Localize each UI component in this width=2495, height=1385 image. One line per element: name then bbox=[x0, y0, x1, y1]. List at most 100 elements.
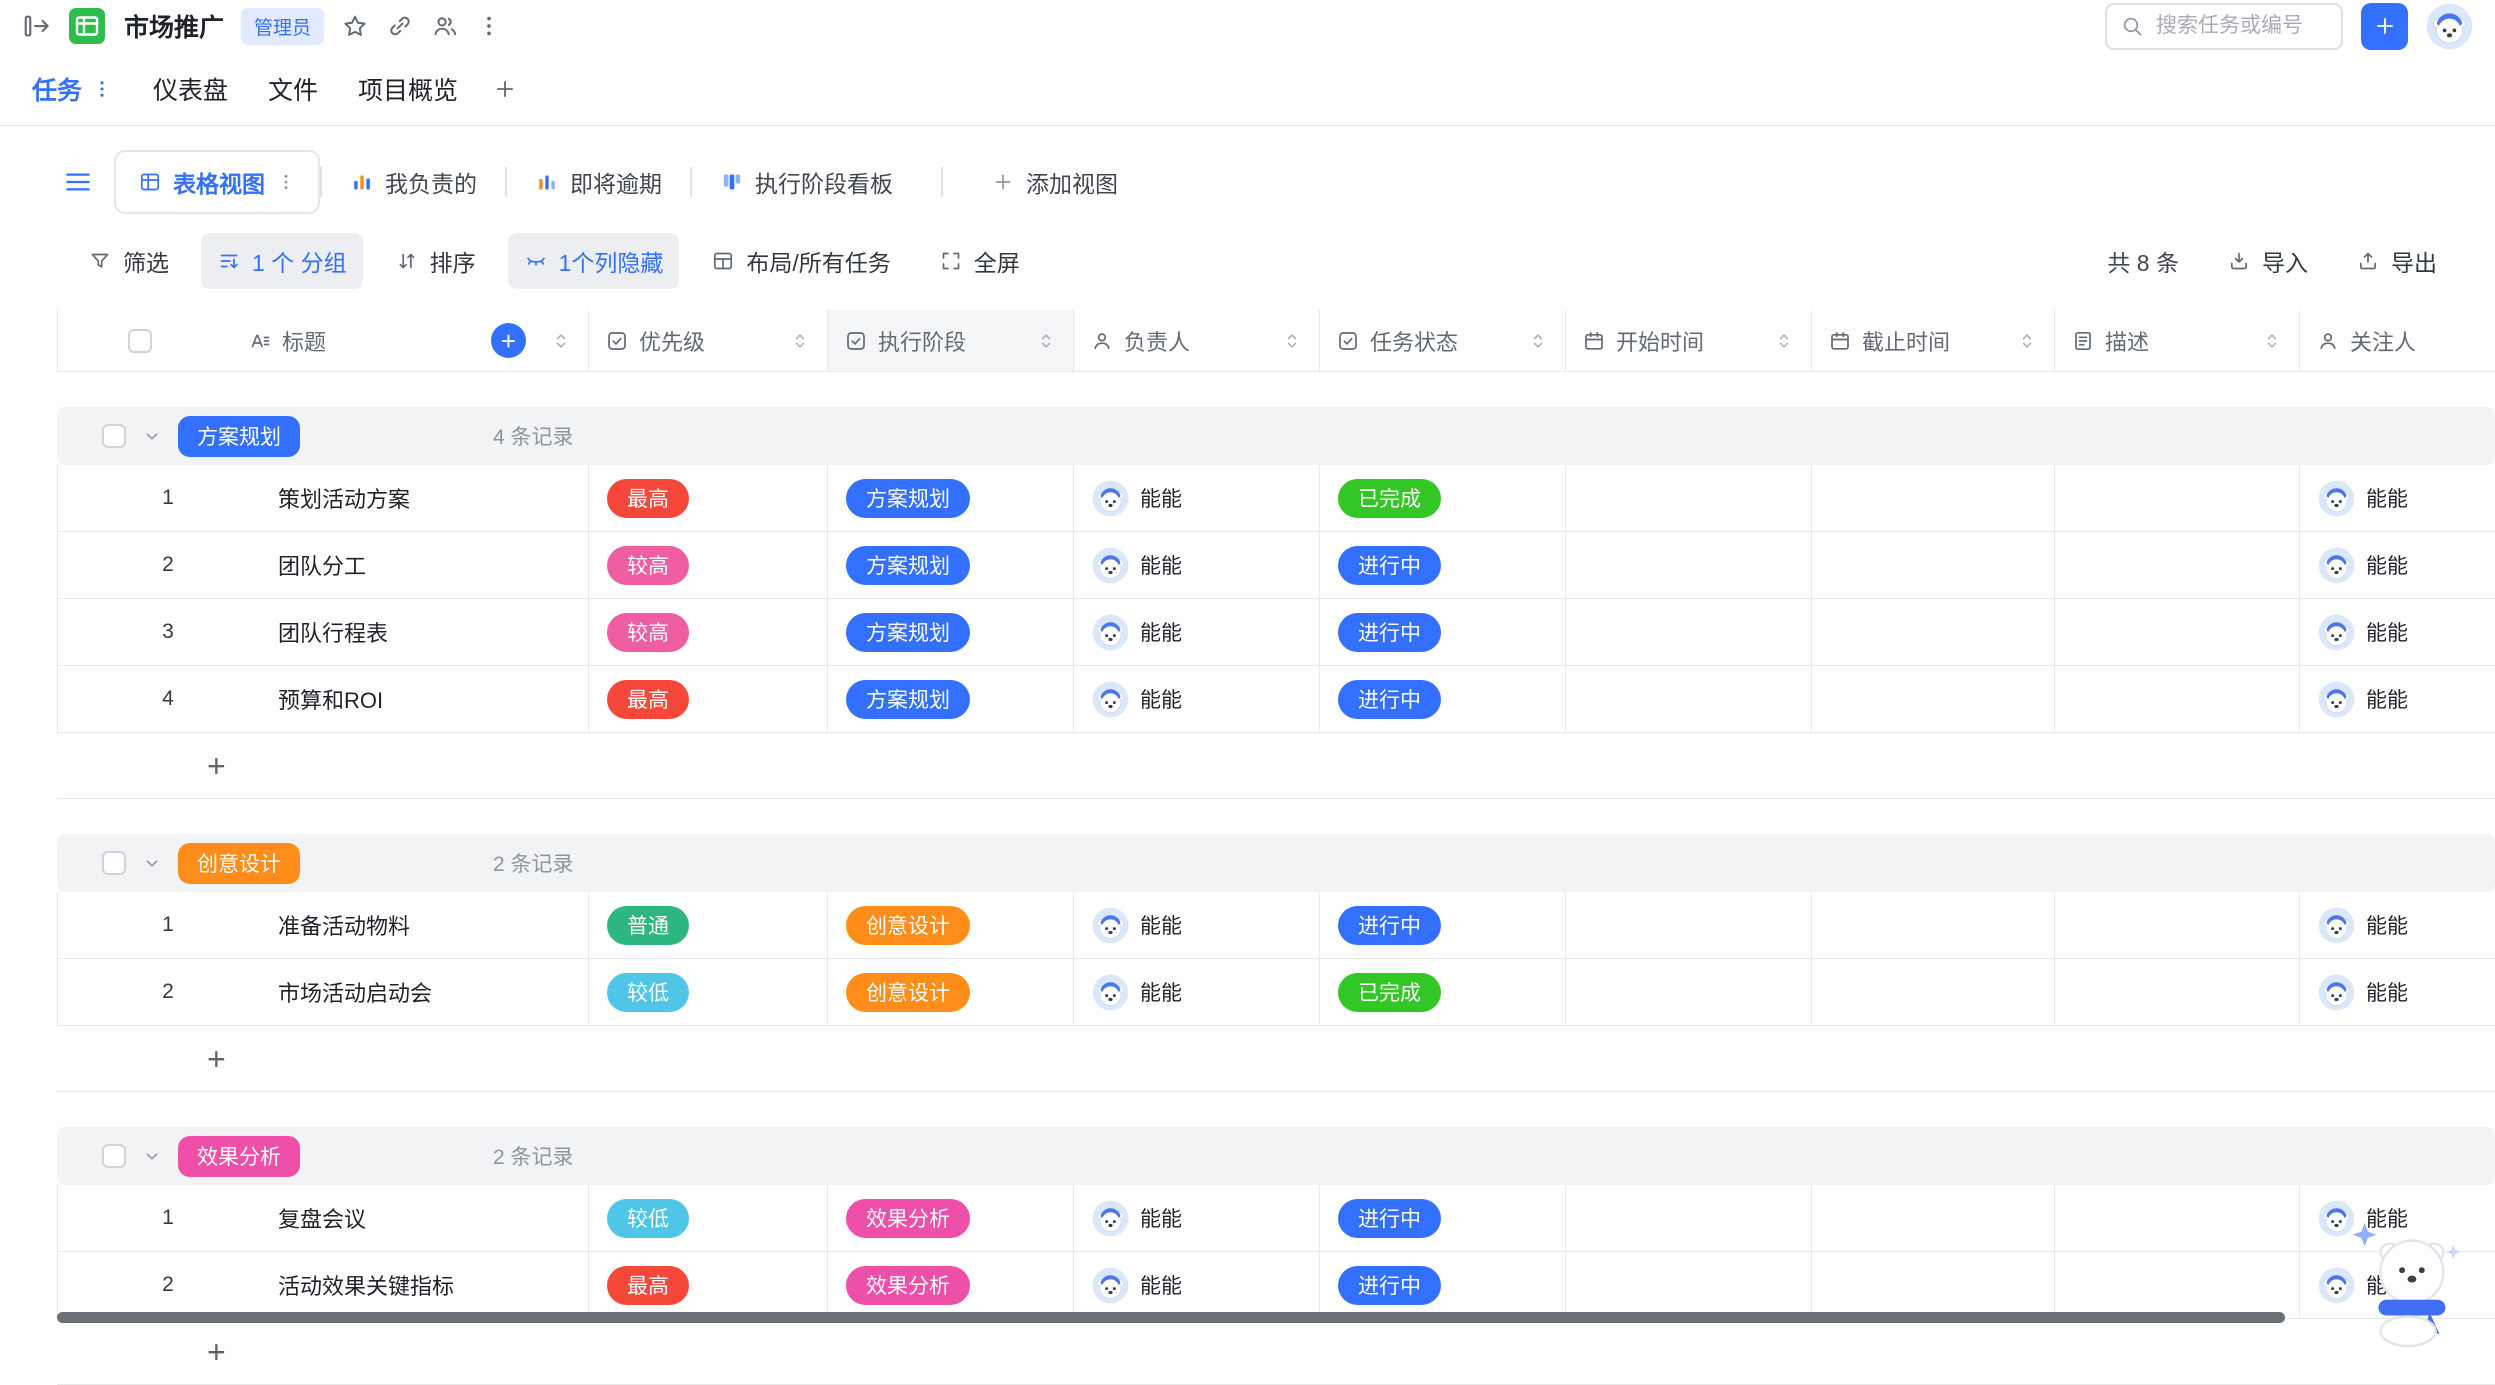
cell-title[interactable]: 1 策划活动方案 bbox=[58, 465, 589, 531]
cell-owner[interactable]: 能能 bbox=[1074, 1185, 1320, 1251]
layout-button[interactable]: 布局/所有任务 bbox=[695, 233, 906, 289]
cell-due-date[interactable] bbox=[1812, 465, 2055, 531]
cell-start-date[interactable] bbox=[1566, 892, 1812, 958]
cell-title[interactable]: 1 准备活动物料 bbox=[58, 892, 589, 958]
user-avatar[interactable] bbox=[2426, 3, 2473, 50]
cell-due-date[interactable] bbox=[1812, 1185, 2055, 1251]
cell-status[interactable]: 进行中 bbox=[1320, 1185, 1566, 1251]
collapse-group-icon[interactable] bbox=[141, 1145, 163, 1167]
add-field-button[interactable]: + bbox=[491, 323, 526, 358]
eye-off-button[interactable]: 1个列隐藏 bbox=[507, 233, 680, 289]
column-sort-icon[interactable] bbox=[2261, 330, 2283, 352]
nav-tab-1[interactable]: 任务 bbox=[12, 52, 133, 126]
assistant-mascot[interactable] bbox=[2343, 1217, 2471, 1348]
cell-start-date[interactable] bbox=[1566, 465, 1812, 531]
group-button[interactable]: 1 个 分组 bbox=[201, 233, 363, 289]
collapse-sidebar-icon[interactable] bbox=[22, 11, 52, 41]
group-checkbox[interactable] bbox=[102, 424, 126, 448]
search-input[interactable] bbox=[2154, 13, 2304, 39]
add-record-row[interactable]: + bbox=[57, 1026, 2495, 1092]
cell-priority[interactable]: 较高 bbox=[589, 599, 828, 665]
column-sort-icon[interactable] bbox=[1527, 330, 1549, 352]
cell-follower[interactable]: 能能 bbox=[2300, 892, 2495, 958]
tab-more-icon[interactable] bbox=[91, 78, 113, 100]
cell-owner[interactable]: 能能 bbox=[1074, 959, 1320, 1025]
add-record-row[interactable]: + bbox=[57, 1319, 2495, 1385]
cell-priority[interactable]: 较高 bbox=[589, 532, 828, 598]
cell-description[interactable] bbox=[2055, 532, 2300, 598]
cell-status[interactable]: 进行中 bbox=[1320, 599, 1566, 665]
import-button[interactable]: 导入 bbox=[2211, 233, 2324, 289]
tab-more-icon[interactable] bbox=[276, 172, 296, 192]
cell-follower[interactable]: 能能 bbox=[2300, 959, 2495, 1025]
column-header-1[interactable]: 标题 + bbox=[58, 310, 589, 371]
group-checkbox[interactable] bbox=[102, 1144, 126, 1168]
cell-start-date[interactable] bbox=[1566, 959, 1812, 1025]
cell-title[interactable]: 2 市场活动启动会 bbox=[58, 959, 589, 1025]
cell-description[interactable] bbox=[2055, 959, 2300, 1025]
collapse-group-icon[interactable] bbox=[141, 425, 163, 447]
cell-stage[interactable]: 效果分析 bbox=[828, 1252, 1074, 1318]
cell-description[interactable] bbox=[2055, 892, 2300, 958]
fullscreen-button[interactable]: 全屏 bbox=[923, 233, 1036, 289]
column-sort-icon[interactable] bbox=[1773, 330, 1795, 352]
column-header-2[interactable]: 优先级 bbox=[589, 310, 828, 371]
cell-stage[interactable]: 创意设计 bbox=[828, 892, 1074, 958]
column-header-7[interactable]: 截止时间 bbox=[1812, 310, 2055, 371]
cell-priority[interactable]: 较低 bbox=[589, 1185, 828, 1251]
cell-follower[interactable]: 能能 bbox=[2300, 666, 2495, 732]
filter-button[interactable]: 筛选 bbox=[72, 233, 185, 289]
cell-priority[interactable]: 最高 bbox=[589, 666, 828, 732]
cell-follower[interactable]: 能能 bbox=[2300, 532, 2495, 598]
cell-status[interactable]: 进行中 bbox=[1320, 892, 1566, 958]
cell-owner[interactable]: 能能 bbox=[1074, 599, 1320, 665]
cell-priority[interactable]: 普通 bbox=[589, 892, 828, 958]
column-header-4[interactable]: 负责人 bbox=[1074, 310, 1320, 371]
cell-title[interactable]: 2 团队分工 bbox=[58, 532, 589, 598]
column-header-5[interactable]: 任务状态 bbox=[1320, 310, 1566, 371]
cell-title[interactable]: 1 复盘会议 bbox=[58, 1185, 589, 1251]
view-tab-3[interactable]: 即将逾期 bbox=[507, 150, 690, 214]
cell-start-date[interactable] bbox=[1566, 599, 1812, 665]
cell-stage[interactable]: 方案规划 bbox=[828, 532, 1074, 598]
cell-owner[interactable]: 能能 bbox=[1074, 1252, 1320, 1318]
horizontal-scrollbar[interactable] bbox=[57, 1312, 2285, 1323]
cell-due-date[interactable] bbox=[1812, 892, 2055, 958]
cell-start-date[interactable] bbox=[1566, 666, 1812, 732]
cell-owner[interactable]: 能能 bbox=[1074, 465, 1320, 531]
cell-stage[interactable]: 创意设计 bbox=[828, 959, 1074, 1025]
cell-due-date[interactable] bbox=[1812, 1252, 2055, 1318]
column-header-9[interactable]: 关注人 bbox=[2300, 310, 2495, 371]
share-link-icon[interactable] bbox=[386, 12, 414, 40]
cell-due-date[interactable] bbox=[1812, 666, 2055, 732]
column-sort-icon[interactable] bbox=[2016, 330, 2038, 352]
cell-owner[interactable]: 能能 bbox=[1074, 666, 1320, 732]
column-header-8[interactable]: 描述 bbox=[2055, 310, 2300, 371]
cell-status[interactable]: 进行中 bbox=[1320, 1252, 1566, 1318]
nav-tab-4[interactable]: 项目概览 bbox=[338, 52, 478, 126]
cell-description[interactable] bbox=[2055, 666, 2300, 732]
members-icon[interactable] bbox=[431, 12, 459, 40]
select-all-checkbox[interactable] bbox=[128, 328, 152, 353]
cell-priority[interactable]: 最高 bbox=[589, 1252, 828, 1318]
more-options-icon[interactable] bbox=[476, 13, 502, 39]
export-button[interactable]: 导出 bbox=[2340, 233, 2453, 289]
cell-description[interactable] bbox=[2055, 599, 2300, 665]
nav-tab-2[interactable]: 仪表盘 bbox=[133, 52, 248, 126]
cell-priority[interactable]: 较低 bbox=[589, 959, 828, 1025]
sort-button[interactable]: 排序 bbox=[379, 233, 492, 289]
view-tab-4[interactable]: 执行阶段看板 bbox=[692, 150, 921, 214]
cell-title[interactable]: 2 活动效果关键指标 bbox=[58, 1252, 589, 1318]
cell-status[interactable]: 进行中 bbox=[1320, 532, 1566, 598]
column-sort-icon[interactable] bbox=[550, 330, 572, 352]
cell-owner[interactable]: 能能 bbox=[1074, 892, 1320, 958]
view-tab-1[interactable]: 表格视图 bbox=[114, 150, 320, 214]
cell-priority[interactable]: 最高 bbox=[589, 465, 828, 531]
cell-start-date[interactable] bbox=[1566, 1252, 1812, 1318]
cell-due-date[interactable] bbox=[1812, 532, 2055, 598]
view-tab-2[interactable]: 我负责的 bbox=[322, 150, 505, 214]
column-sort-icon[interactable] bbox=[1035, 330, 1057, 352]
column-sort-icon[interactable] bbox=[1281, 330, 1303, 352]
cell-stage[interactable]: 方案规划 bbox=[828, 666, 1074, 732]
group-checkbox[interactable] bbox=[102, 851, 126, 875]
